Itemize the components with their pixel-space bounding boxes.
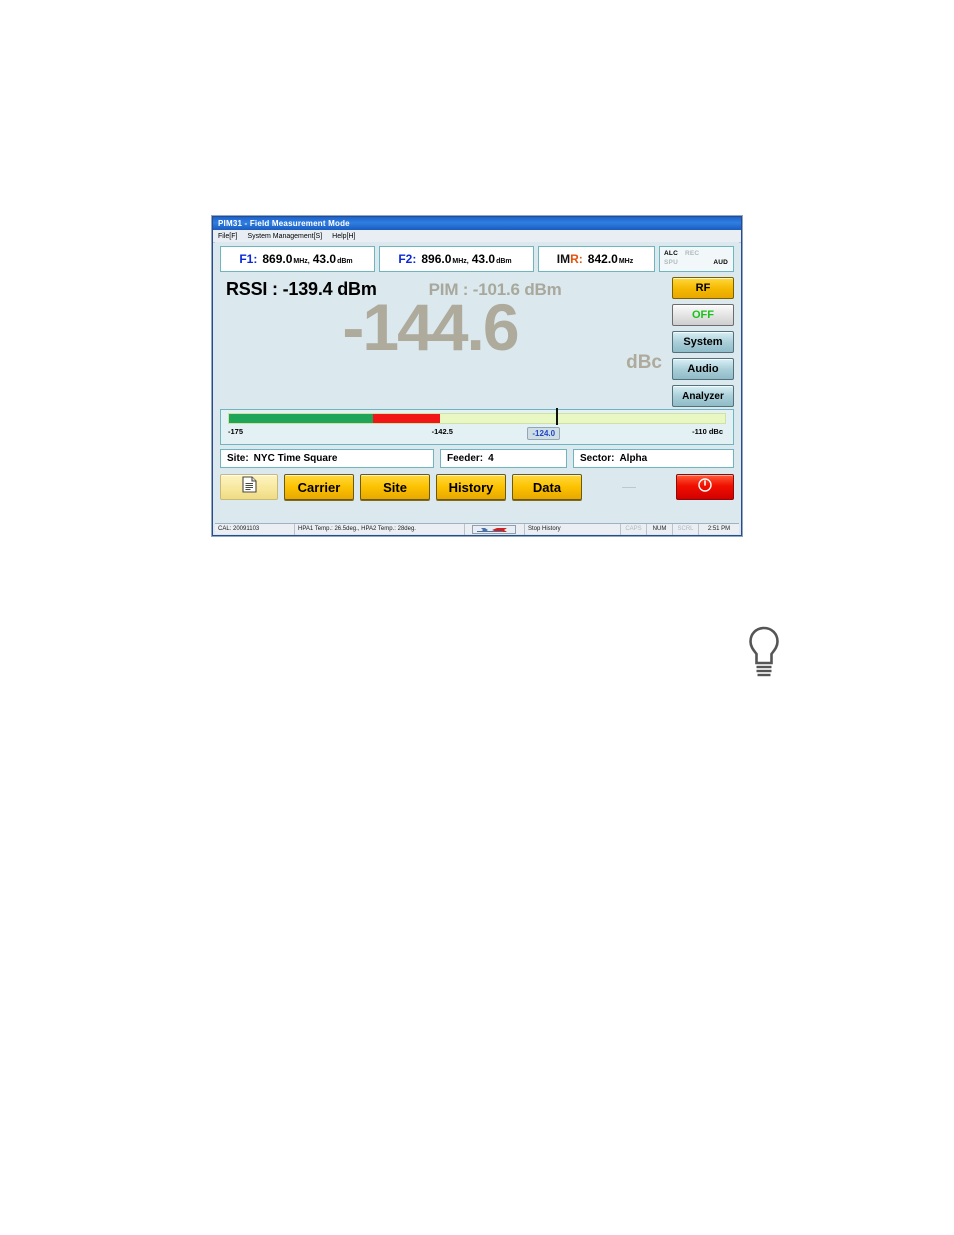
f2-label: F2: bbox=[398, 252, 417, 266]
site-field[interactable]: Site: NYC Time Square bbox=[220, 449, 434, 468]
gauge-scale-max: -110 dBc bbox=[692, 427, 723, 436]
indicator-rec: REC bbox=[685, 250, 700, 257]
imr-frequency-unit: MHz bbox=[618, 257, 634, 265]
primary-value: -144.6 bbox=[342, 290, 519, 364]
indicator-alc: ALC bbox=[664, 250, 678, 257]
power-button[interactable] bbox=[676, 474, 734, 500]
imr-label-im: IM bbox=[556, 252, 571, 266]
status-connection-icon-cell bbox=[465, 523, 525, 535]
gauge-marker-tick bbox=[556, 408, 559, 425]
audio-button[interactable]: Audio bbox=[672, 358, 734, 380]
f2-frequency-box[interactable]: F2: 896.0 MHz, 43.0 dBm bbox=[379, 246, 534, 272]
status-time: 2:51 PM bbox=[707, 526, 731, 532]
indicator-aud: AUD bbox=[713, 259, 728, 266]
imr-frequency-value: 842.0 bbox=[587, 252, 618, 266]
feeder-label: Feeder: bbox=[447, 453, 484, 464]
indicator-spu: SPU bbox=[664, 259, 678, 266]
imr-frequency-box[interactable]: IM R: 842.0 MHz bbox=[538, 246, 655, 272]
system-button[interactable]: System bbox=[672, 331, 734, 353]
f1-frequency-value: 869.0 bbox=[262, 252, 293, 266]
sector-label: Sector: bbox=[580, 453, 615, 464]
f1-label: F1: bbox=[239, 252, 258, 266]
feeder-value: 4 bbox=[488, 453, 494, 464]
analyzer-button[interactable]: Analyzer bbox=[672, 385, 734, 407]
report-button[interactable] bbox=[220, 474, 278, 500]
readout-row: RSSI : -139.4 dBm PIM : -101.6 dBm -144.… bbox=[220, 276, 734, 407]
gauge-marker-value: -124.0 bbox=[527, 427, 561, 440]
site-info-row: Site: NYC Time Square Feeder: 4 Sector: … bbox=[220, 449, 734, 468]
imr-label-r: R: bbox=[570, 252, 583, 266]
client-area: F1: 869.0 MHz, 43.0 dBm F2: 896.0 MHz, 4… bbox=[215, 242, 739, 521]
f2-frequency-unit: MHz, bbox=[452, 257, 469, 265]
menu-item-help[interactable]: Help[H] bbox=[332, 233, 355, 240]
f2-power-value: 43.0 bbox=[471, 252, 496, 266]
application-window: PIM31 - Field Measurement Mode File[F] S… bbox=[212, 216, 742, 536]
f2-frequency-value: 896.0 bbox=[421, 252, 452, 266]
status-temperature: HPA1 Temp.: 26.5deg., HPA2 Temp.: 28deg. bbox=[295, 523, 465, 535]
pim-level-gauge: -175 -142.5 -124.0 -110 dBc bbox=[220, 408, 734, 445]
sector-value: Alpha bbox=[619, 453, 648, 464]
data-button[interactable]: Data bbox=[512, 474, 582, 500]
menu-item-system-management[interactable]: System Management[S] bbox=[247, 233, 322, 240]
f1-frequency-box[interactable]: F1: 869.0 MHz, 43.0 dBm bbox=[220, 246, 375, 272]
power-icon bbox=[697, 477, 713, 498]
lightbulb-icon bbox=[746, 625, 782, 681]
window-title: PIM31 - Field Measurement Mode bbox=[218, 219, 350, 228]
carrier-button[interactable]: Carrier bbox=[284, 474, 354, 500]
status-history: Stop History bbox=[525, 523, 621, 535]
gauge-bar bbox=[228, 408, 726, 425]
rf-button[interactable]: RF bbox=[672, 277, 734, 299]
document-icon bbox=[241, 476, 257, 498]
f1-power-unit: dBm bbox=[337, 257, 353, 265]
gauge-scale: -175 -142.5 -124.0 -110 dBc bbox=[225, 427, 729, 441]
site-label: Site: bbox=[227, 453, 249, 464]
toolbar-separator bbox=[588, 486, 670, 488]
status-num: NUM bbox=[647, 523, 673, 535]
site-button[interactable]: Site bbox=[360, 474, 430, 500]
f1-frequency-unit: MHz, bbox=[293, 257, 310, 265]
gauge-segment-red bbox=[372, 414, 440, 423]
status-indicator-panel: ALC REC SPU AUD bbox=[659, 246, 734, 272]
f2-power-unit: dBm bbox=[496, 257, 512, 265]
status-scrl: SCRL bbox=[673, 523, 699, 535]
title-bar: PIM31 - Field Measurement Mode bbox=[213, 217, 741, 230]
gauge-scale-mid: -142.5 bbox=[431, 427, 453, 436]
site-value: NYC Time Square bbox=[253, 453, 338, 464]
sector-field[interactable]: Sector: Alpha bbox=[573, 449, 734, 468]
f1-power-value: 43.0 bbox=[312, 252, 337, 266]
history-button[interactable]: History bbox=[436, 474, 506, 500]
bottom-button-row: Carrier Site History Data bbox=[220, 474, 734, 500]
side-button-column: RF OFF System Audio Analyzer bbox=[668, 276, 734, 407]
gauge-segment-green bbox=[229, 414, 373, 423]
status-bar: CAL: 20091103 HPA1 Temp.: 26.5deg., HPA2… bbox=[215, 523, 739, 535]
airplane-icon bbox=[471, 525, 518, 534]
status-caps: CAPS bbox=[621, 523, 647, 535]
status-cal: CAL: 20091103 bbox=[215, 523, 295, 535]
rf-state-off-button[interactable]: OFF bbox=[672, 304, 734, 326]
gauge-scale-min: -175 bbox=[228, 427, 244, 436]
menu-item-file[interactable]: File[F] bbox=[218, 233, 237, 240]
frequency-row: F1: 869.0 MHz, 43.0 dBm F2: 896.0 MHz, 4… bbox=[220, 246, 734, 272]
measurement-readout: RSSI : -139.4 dBm PIM : -101.6 dBm -144.… bbox=[220, 276, 668, 404]
feeder-field[interactable]: Feeder: 4 bbox=[440, 449, 567, 468]
